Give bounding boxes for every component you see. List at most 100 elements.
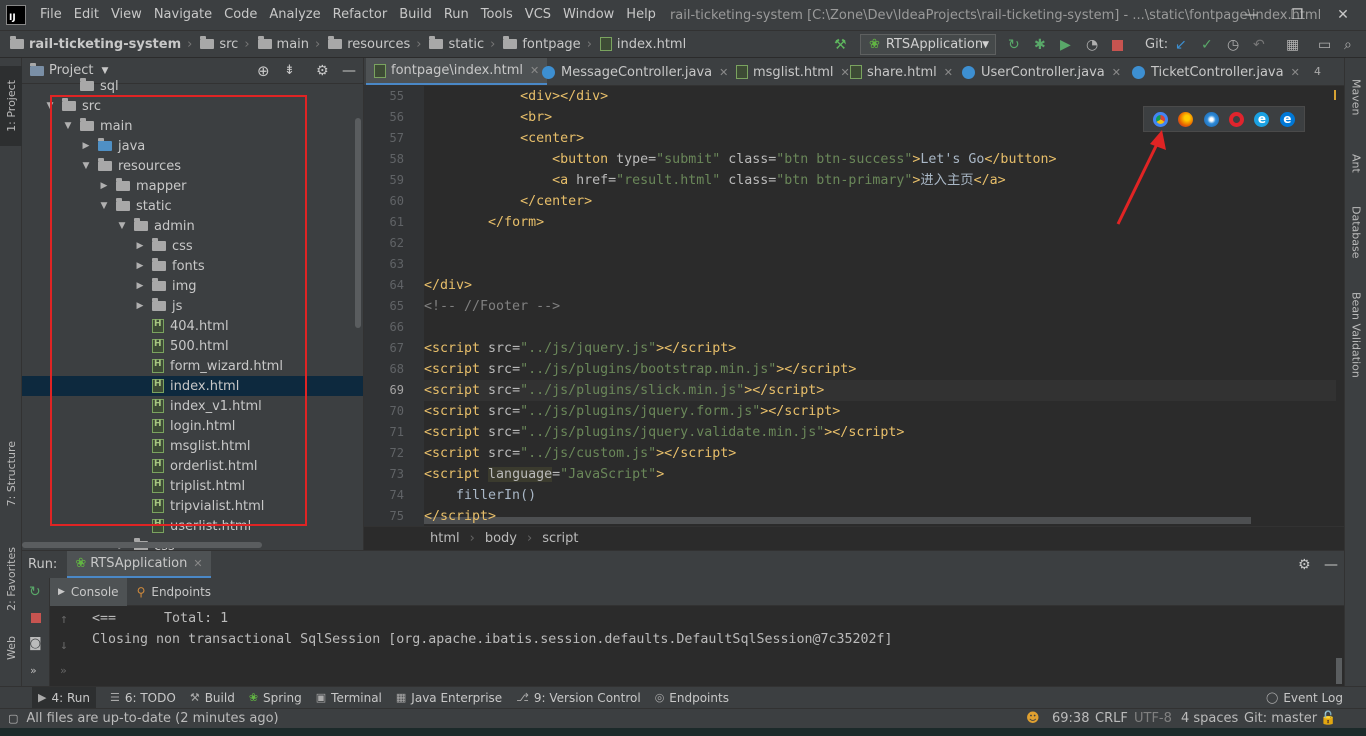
code-line[interactable]: <script src="../js/jquery.js"></script> [424, 338, 736, 359]
tool-tab-database[interactable]: Database [1345, 192, 1366, 272]
console-scrollbar[interactable] [1336, 658, 1342, 684]
indent-setting[interactable]: 4 spaces [1181, 711, 1238, 726]
edge-icon[interactable]: e [1279, 111, 1295, 127]
nav-crumb[interactable]: resources › [326, 36, 427, 52]
camera-icon[interactable]: ◙ [29, 636, 42, 651]
tool-java-enterprise[interactable]: ▦ Java Enterprise [396, 691, 502, 705]
git-branch[interactable]: Git: master [1244, 711, 1317, 726]
chevron-down-icon[interactable]: ▼ [101, 66, 108, 76]
build-hammer-icon[interactable]: ⚒ [834, 37, 847, 53]
firefox-icon[interactable] [1178, 111, 1194, 127]
code-line[interactable]: <script src="../js/plugins/jquery.valida… [424, 422, 904, 443]
project-structure-icon[interactable]: ▦ [1286, 37, 1299, 53]
hector-icon[interactable]: ☻ [1026, 711, 1040, 726]
tool-tab-maven[interactable]: Maven [1345, 62, 1366, 132]
safari-icon[interactable] [1203, 111, 1219, 127]
editor-tab[interactable]: share.html ✕ [842, 58, 961, 85]
tool-run[interactable]: ▶ 4: Run [32, 686, 96, 709]
restore-icon[interactable]: ❐ [1274, 0, 1320, 30]
menu-help[interactable]: Help [620, 0, 662, 30]
nav-crumb[interactable]: fontpage › [501, 36, 598, 52]
close-tab-icon[interactable]: ✕ [719, 66, 728, 79]
nav-crumb[interactable]: index.html [598, 37, 688, 52]
code-line[interactable]: <div></div> [424, 86, 608, 107]
editor-tab[interactable]: TicketController.java ✕ [1124, 58, 1308, 85]
menu-vcs[interactable]: VCS [519, 0, 557, 30]
tool-build[interactable]: ⚒ Build [190, 691, 235, 705]
menu-navigate[interactable]: Navigate [148, 0, 218, 30]
tool-todo[interactable]: ☰ 6: TODO [110, 691, 176, 705]
tab-overflow-count[interactable]: 4 [1314, 65, 1321, 78]
tool-terminal[interactable]: ▣ Terminal [316, 691, 382, 705]
editor-horizontal-scrollbar[interactable] [424, 517, 1251, 524]
editor-tab[interactable]: UserController.java ✕ [954, 58, 1129, 85]
intellij-logo-icon[interactable]: IJ [6, 5, 26, 25]
code-line[interactable]: <script src="../js/plugins/bootstrap.min… [424, 359, 856, 380]
search-everywhere-icon[interactable]: ⌕ [1344, 37, 1352, 53]
code-line[interactable]: fillerIn() [424, 485, 536, 506]
tool-tab-structure[interactable]: 7: Structure [0, 434, 22, 514]
run-config-tab[interactable]: ❀ RTSApplication ✕ [67, 550, 211, 579]
nav-crumb[interactable]: static › [427, 36, 501, 52]
rerun-icon[interactable]: ↻ [1008, 37, 1020, 53]
code-line[interactable]: <script src="../js/custom.js"></script> [424, 443, 736, 464]
tool-tab-ant[interactable]: Ant [1345, 138, 1366, 188]
code-line[interactable]: <script src="../js/plugins/jquery.form.j… [424, 401, 840, 422]
toggle-view-icon[interactable]: ▭ [1318, 37, 1331, 53]
editor-tab[interactable]: fontpage\index.html ✕ [366, 58, 548, 85]
tree-scrollbar[interactable] [355, 118, 361, 328]
warning-indicator[interactable] [1334, 90, 1336, 100]
more-icon[interactable]: » [30, 664, 37, 677]
close-tab-icon[interactable]: ✕ [1112, 66, 1121, 79]
tool-tab-bean-validation[interactable]: Bean Validation [1345, 280, 1366, 390]
scroll-down-icon[interactable]: ↓ [60, 638, 68, 653]
endpoints-tab[interactable]: ⚲ Endpoints [127, 585, 221, 599]
nav-crumb[interactable]: rail-ticketing-system › [8, 36, 198, 52]
git-commit-icon[interactable]: ✓ [1201, 37, 1213, 53]
close-window-icon[interactable]: ✕ [1320, 0, 1366, 30]
code-line[interactable]: <script src="../js/plugins/slick.min.js"… [424, 380, 1336, 401]
breadcrumb-script[interactable]: script [542, 531, 578, 546]
chrome-icon[interactable] [1153, 111, 1169, 127]
code-line[interactable]: <a href="result.html" class="btn btn-pri… [424, 170, 1006, 191]
stop-icon[interactable] [31, 613, 41, 623]
menu-code[interactable]: Code [218, 0, 263, 30]
nav-crumb[interactable]: src › [198, 36, 255, 52]
console-output[interactable]: ↑ ↓ » <== Total: 1 Closing non transacti… [50, 606, 1344, 686]
close-tab-icon[interactable]: ✕ [193, 557, 202, 570]
caret-position[interactable]: 69:38 [1052, 711, 1089, 726]
menu-window[interactable]: Window [557, 0, 620, 30]
internet-explorer-icon[interactable]: e [1254, 111, 1270, 127]
tool-version-control[interactable]: ⎇ 9: Version Control [516, 691, 641, 705]
git-history-icon[interactable]: ◷ [1227, 37, 1239, 53]
code-line[interactable]: <button type="submit" class="btn btn-suc… [424, 149, 1056, 170]
menu-refactor[interactable]: Refactor [327, 0, 394, 30]
code-line[interactable]: <center> [424, 128, 584, 149]
menu-view[interactable]: View [105, 0, 148, 30]
code-line[interactable]: </div> [424, 275, 472, 296]
run-coverage-icon[interactable]: ▶ [1060, 37, 1071, 53]
close-tab-icon[interactable]: ✕ [1291, 66, 1300, 79]
menu-run[interactable]: Run [438, 0, 475, 30]
code-line[interactable]: </script> [424, 506, 496, 526]
editor-tab[interactable]: msglist.html ✕ [728, 58, 858, 85]
tool-tab-web[interactable]: Web [0, 630, 22, 666]
tool-event-log[interactable]: ◯ Event Log [1266, 691, 1343, 705]
close-tab-icon[interactable]: ✕ [944, 66, 953, 79]
nav-crumb[interactable]: main › [256, 36, 327, 52]
menu-analyze[interactable]: Analyze [263, 0, 326, 30]
file-encoding[interactable]: UTF-8 [1134, 711, 1172, 726]
line-separator[interactable]: CRLF [1095, 711, 1128, 726]
more-icon[interactable]: » [60, 664, 67, 677]
tree-horizontal-scrollbar[interactable] [22, 542, 262, 548]
git-rollback-icon[interactable]: ↶ [1253, 37, 1265, 53]
git-update-icon[interactable]: ↙ [1175, 37, 1187, 53]
scroll-up-icon[interactable]: ↑ [60, 612, 68, 627]
console-tab[interactable]: ▶ Console [50, 577, 127, 606]
tool-tab-project[interactable]: 1: Project [0, 66, 22, 146]
run-configuration-select[interactable]: ❀ RTSApplication ▼ [860, 34, 996, 55]
code-line[interactable]: </form> [424, 212, 544, 233]
tool-endpoints[interactable]: ◎ Endpoints [655, 691, 729, 705]
tree-folder-item[interactable]: sql [22, 76, 363, 96]
opera-icon[interactable] [1229, 111, 1245, 127]
